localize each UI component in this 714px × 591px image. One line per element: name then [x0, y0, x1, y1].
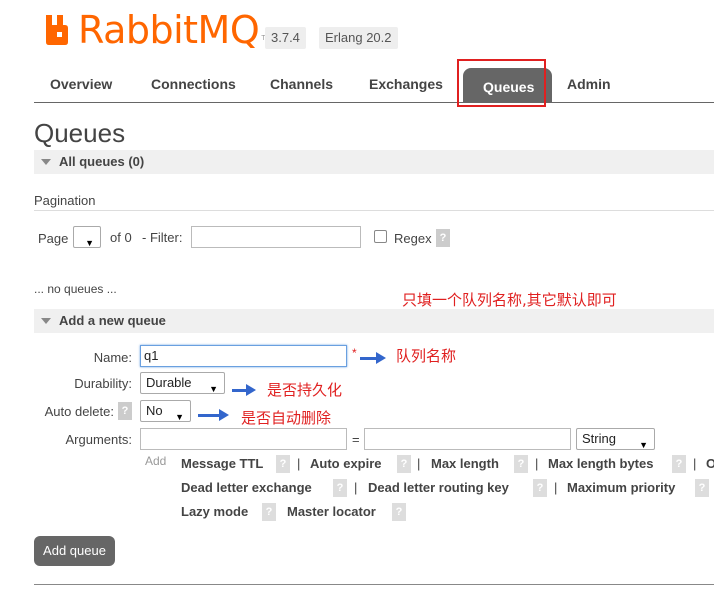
help-icon[interactable]: ? [333, 479, 347, 497]
arg-link-maximum-priority[interactable]: Maximum priority [567, 480, 675, 495]
separator: | [354, 480, 358, 495]
arg-link-message-ttl[interactable]: Message TTL [181, 456, 263, 471]
help-icon[interactable]: ? [533, 479, 547, 497]
annotation-name-note: 队列名称 [396, 347, 457, 365]
annotation-top-note: 只填一个队列名称,其它默认即可 [402, 291, 617, 309]
dropdown-arrow-icon: ▼ [85, 238, 94, 248]
arg-link-truncated[interactable]: O [706, 456, 714, 471]
page-select[interactable]: ▼ [73, 226, 101, 248]
durability-select[interactable]: Durable ▼ [140, 372, 225, 394]
arg-link-dead-letter-routing-key[interactable]: Dead letter routing key [368, 480, 509, 495]
arg-link-max-length[interactable]: Max length [431, 456, 499, 471]
arg-link-master-locator[interactable]: Master locator [287, 504, 376, 519]
all-queues-section-header[interactable]: All queues (0) [34, 150, 714, 174]
tab-overview[interactable]: Overview [34, 62, 128, 102]
annotation-durability-note: 是否持久化 [267, 381, 343, 399]
argument-value-input[interactable] [364, 428, 571, 450]
regex-help-icon[interactable]: ? [436, 229, 450, 247]
argument-key-input[interactable] [140, 428, 347, 450]
tab-exchanges[interactable]: Exchanges [353, 62, 459, 102]
auto-delete-select[interactable]: No ▼ [140, 400, 191, 422]
queue-name-input[interactable]: q1 [140, 345, 347, 367]
arg-link-dead-letter-exchange[interactable]: Dead letter exchange [181, 480, 312, 495]
annotation-auto-delete-note: 是否自动删除 [241, 409, 332, 427]
dropdown-arrow-icon: ▼ [209, 384, 218, 394]
page-title: Queues [34, 118, 126, 148]
name-label: Name: [93, 350, 132, 365]
filter-input[interactable] [191, 226, 361, 248]
add-queue-title: Add a new queue [59, 313, 166, 328]
page-of-count: of 0 [110, 230, 132, 245]
auto-delete-help-icon[interactable]: ? [118, 402, 132, 420]
separator: | [297, 456, 301, 471]
arguments-label: Arguments: [65, 432, 132, 447]
equals-sign: = [352, 432, 360, 447]
all-queues-label: All queues (0) [59, 154, 145, 169]
separator: | [554, 480, 558, 495]
separator: | [535, 456, 539, 471]
page-label: Page [38, 231, 69, 246]
version-badge: 3.7.4 [265, 27, 306, 49]
collapse-triangle-icon [41, 159, 51, 166]
erlang-version-badge: Erlang 20.2 [319, 27, 398, 49]
tab-channels[interactable]: Channels [254, 62, 349, 102]
rabbitmq-logo[interactable]: RabbitMQ TM [44, 10, 271, 50]
argument-type-select[interactable]: String ▼ [576, 428, 655, 450]
separator: | [417, 456, 421, 471]
auto-delete-label: Auto delete: [44, 404, 114, 419]
dropdown-arrow-icon: ▼ [639, 440, 648, 450]
arg-link-max-length-bytes[interactable]: Max length bytes [548, 456, 653, 471]
no-queues-text: ... no queues ... [34, 282, 117, 296]
logo-text: RabbitMQ [78, 8, 260, 52]
name-annotation-arrow [360, 352, 386, 364]
collapse-triangle-icon [41, 318, 51, 325]
tab-admin[interactable]: Admin [551, 62, 627, 102]
divider [34, 584, 714, 585]
help-icon[interactable]: ? [514, 455, 528, 473]
durability-label: Durability: [74, 376, 132, 391]
help-icon[interactable]: ? [672, 455, 686, 473]
required-mark: * [352, 346, 357, 360]
durability-annotation-arrow [232, 384, 256, 396]
add-queue-section-header[interactable]: Add a new queue [34, 309, 714, 333]
separator: | [693, 456, 697, 471]
divider [34, 210, 714, 211]
filter-label: - Filter: [142, 230, 183, 245]
help-icon[interactable]: ? [276, 455, 290, 473]
main-nav: Overview Connections Channels Exchanges … [34, 62, 714, 103]
arg-link-auto-expire[interactable]: Auto expire [310, 456, 382, 471]
help-icon[interactable]: ? [392, 503, 406, 521]
queues-tab-highlight-box [457, 59, 546, 107]
add-argument-label: Add [145, 454, 167, 468]
dropdown-arrow-icon: ▼ [175, 412, 184, 422]
help-icon[interactable]: ? [397, 455, 411, 473]
pagination-label: Pagination [34, 193, 96, 208]
tab-connections[interactable]: Connections [135, 62, 252, 102]
arg-link-lazy-mode[interactable]: Lazy mode [181, 504, 248, 519]
help-icon[interactable]: ? [262, 503, 276, 521]
regex-label: Regex [394, 231, 432, 246]
auto-delete-annotation-arrow [198, 409, 229, 421]
regex-checkbox[interactable] [374, 230, 387, 243]
rabbit-logo-icon [46, 15, 68, 45]
help-icon[interactable]: ? [695, 479, 709, 497]
add-queue-button[interactable]: Add queue [34, 536, 115, 566]
